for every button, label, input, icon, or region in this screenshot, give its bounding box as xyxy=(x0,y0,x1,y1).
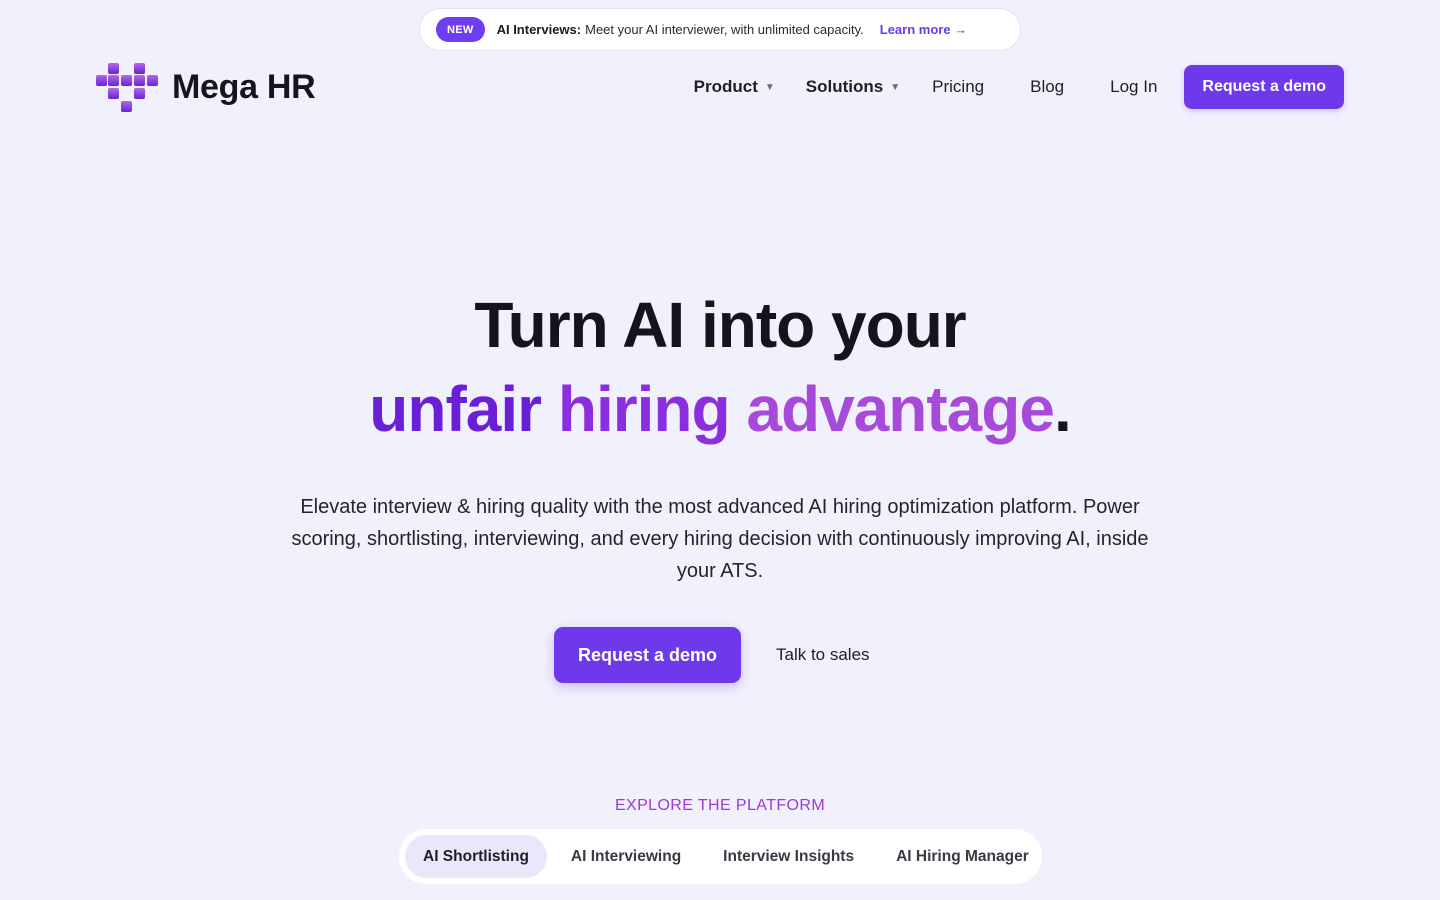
tab-ai-interviewing[interactable]: AI Interviewing xyxy=(553,835,699,878)
nav-product-label: Product xyxy=(693,77,758,96)
chevron-down-icon: ▼ xyxy=(764,81,775,93)
hero-subtitle: Elevate interview & hiring quality with … xyxy=(291,496,1149,582)
learn-more-link[interactable]: Learn more → xyxy=(880,22,967,37)
hero-period: . xyxy=(1053,373,1072,445)
platform-tabs: AI Shortlisting AI Interviewing Intervie… xyxy=(399,829,1042,884)
new-badge: NEW xyxy=(436,17,485,42)
nav-pricing[interactable]: Pricing xyxy=(932,77,984,97)
hero-word-unfair: unfair xyxy=(369,373,542,445)
tab-ai-shortlisting[interactable]: AI Shortlisting xyxy=(405,835,547,878)
nav-login[interactable]: Log In xyxy=(1110,77,1157,97)
announcement-bar[interactable]: NEW AI Interviews: Meet your AI intervie… xyxy=(419,8,1021,51)
tab-ai-hiring-manager[interactable]: AI Hiring Manager xyxy=(878,835,1047,878)
talk-to-sales-link[interactable]: Talk to sales xyxy=(776,645,870,665)
hero-word-advantage: advantage xyxy=(746,373,1055,445)
nav-solutions[interactable]: Solutions ▼ xyxy=(806,77,900,97)
pixel-heart-icon xyxy=(96,62,158,112)
main-nav: Product ▼ Solutions ▼ Pricing Blog Log I… xyxy=(694,65,1344,109)
hero-title-line2: unfair hiring advantage. xyxy=(0,372,1440,446)
hero-word-hiring: hiring xyxy=(557,373,731,445)
brand-name: Mega HR xyxy=(172,67,316,106)
nav-product[interactable]: Product ▼ xyxy=(694,77,775,97)
request-demo-button[interactable]: Request a demo xyxy=(1184,65,1344,109)
announcement-title: AI Interviews: xyxy=(496,22,582,37)
brand-logo[interactable]: Mega HR xyxy=(96,62,316,112)
chevron-down-icon: ▼ xyxy=(890,81,901,93)
hero-cta-row: Request a demo Talk to sales xyxy=(554,627,870,683)
hero-title-line1: Turn AI into your xyxy=(474,289,966,361)
hero-request-demo-button[interactable]: Request a demo xyxy=(554,627,741,683)
landing-page: NEW AI Interviews: Meet your AI intervie… xyxy=(0,0,1440,900)
explore-label: EXPLORE THE PLATFORM xyxy=(614,797,826,814)
nav-blog[interactable]: Blog xyxy=(1030,77,1064,97)
announcement-text: Meet your AI interviewer, with unlimited… xyxy=(585,22,864,37)
nav-solutions-label: Solutions xyxy=(805,77,884,96)
tab-interview-insights[interactable]: Interview Insights xyxy=(705,835,872,878)
